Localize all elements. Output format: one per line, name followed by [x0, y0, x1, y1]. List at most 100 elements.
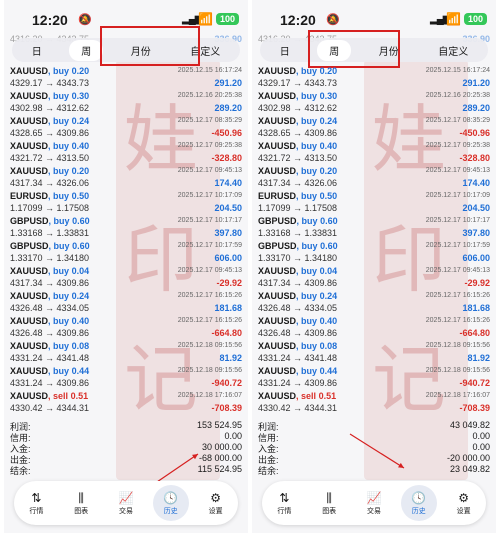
- trade-prices: 4330.42 → 4344.31: [258, 403, 338, 413]
- trade-symbol: GBPUSD: [258, 216, 297, 226]
- trade-row[interactable]: XAUUSD, buy 0.20 4329.17 → 4343.73 2025.12…: [252, 66, 496, 91]
- trade-lot: 0.60: [320, 241, 338, 251]
- trade-timestamp: 2025.12.17 16:15:26: [177, 292, 242, 299]
- summary-value: 153 524.95: [196, 420, 242, 430]
- tab-quotes[interactable]: ⇅ 行情: [18, 485, 54, 521]
- trade-timestamp: 2025.12.17 09:25:38: [177, 142, 242, 149]
- trade-lot: 0.50: [319, 191, 338, 201]
- summary-value: 23 049.82: [449, 464, 490, 474]
- trade-profit: 291.20: [214, 78, 242, 88]
- summary-value: 0.00: [472, 442, 490, 452]
- candlestick-chart-icon: ⫼: [326, 490, 332, 505]
- summary-row: 信用: 0.00: [252, 431, 496, 443]
- trade-prices: 4317.34 → 4309.86: [258, 278, 338, 288]
- trade-row[interactable]: XAUUSD, buy 0.40 4321.72 → 4313.50 2025.12…: [4, 141, 248, 166]
- trade-timestamp: 2025.12.17 10:17:17: [425, 217, 490, 224]
- tab-history[interactable]: 🕓 历史: [152, 485, 189, 521]
- segment-week[interactable]: 周: [69, 39, 104, 61]
- trade-row[interactable]: XAUUSD, buy 0.20 4317.34 → 4326.06 2025.12…: [252, 166, 496, 191]
- tab-chart[interactable]: ⫼ 图表: [311, 485, 347, 521]
- candlestick-chart-icon: ⫼: [78, 490, 84, 505]
- trade-lot: 0.50: [71, 191, 90, 201]
- trade-row[interactable]: XAUUSD, buy 0.20 4317.34 → 4326.06 2025.12…: [4, 166, 248, 191]
- trade-row[interactable]: XAUUSD, buy 0.24 4328.65 → 4309.86 2025.12…: [4, 116, 248, 141]
- trade-row[interactable]: GBPUSD, buy 0.60 1.33170 → 1.34180 2025.12…: [4, 241, 248, 266]
- trade-row[interactable]: GBPUSD, buy 0.60 1.33168 → 1.33831 2025.12…: [4, 216, 248, 241]
- trade-prices: 1.33168 → 1.33831: [10, 228, 90, 238]
- summary-value: -20 000.00: [446, 453, 490, 463]
- summary-row: 出金: -20 000.00: [252, 453, 496, 465]
- segment-day[interactable]: 日: [268, 40, 302, 61]
- trade-lot: 0.20: [71, 166, 90, 176]
- trade-row[interactable]: XAUUSD, buy 0.04 4317.34 → 4309.86 2025.12…: [4, 266, 248, 291]
- trade-row[interactable]: XAUUSD, buy 0.08 4331.24 → 4341.48 2025.12…: [4, 341, 248, 366]
- segment-day[interactable]: 日: [20, 40, 54, 61]
- trade-side: sell: [301, 391, 317, 401]
- trade-row[interactable]: XAUUSD, buy 0.40 4326.48 → 4309.86 2025.12…: [4, 316, 248, 341]
- annotation-red-box: [308, 30, 400, 68]
- trade-row[interactable]: XAUUSD, buy 0.30 4302.98 → 4312.62 2025.12…: [252, 91, 496, 116]
- trade-row[interactable]: XAUUSD, buy 0.44 4331.24 → 4309.86 2025.12…: [252, 366, 496, 391]
- trade-row[interactable]: XAUUSD, buy 0.24 4326.48 → 4334.05 2025.12…: [4, 291, 248, 316]
- trade-lot: 0.20: [71, 66, 90, 76]
- tab-quotes[interactable]: ⇅ 行情: [266, 485, 302, 521]
- trade-prices: 4317.34 → 4326.06: [10, 178, 90, 188]
- summary-value: 30 000.00: [201, 442, 242, 452]
- trade-symbol: XAUUSD: [258, 66, 297, 76]
- trade-side: sell: [53, 391, 69, 401]
- trade-timestamp: 2025.12.17 09:45:13: [177, 167, 242, 174]
- trade-profit: 81.92: [219, 353, 242, 363]
- trade-row[interactable]: XAUUSD, buy 0.24 4326.48 → 4334.05 2025.12…: [252, 291, 496, 316]
- trade-header: XAUUSD, buy 0.20: [10, 66, 90, 76]
- trade-profit: 289.20: [462, 103, 490, 113]
- tab-trade[interactable]: 📈 交易: [108, 485, 144, 521]
- tab-settings[interactable]: ⚙ 设置: [198, 485, 234, 521]
- summary-value: 0.00: [472, 431, 490, 441]
- trade-prices: 4331.24 → 4341.48: [10, 353, 90, 363]
- trade-header: XAUUSD, buy 0.24: [258, 291, 338, 301]
- trade-row[interactable]: XAUUSD, buy 0.40 4326.48 → 4309.86 2025.12…: [252, 316, 496, 341]
- tab-chart[interactable]: ⫼ 图表: [63, 485, 99, 521]
- trade-row[interactable]: XAUUSD, buy 0.24 4328.65 → 4309.86 2025.12…: [252, 116, 496, 141]
- trade-header: GBPUSD, buy 0.60: [10, 241, 90, 251]
- trade-row[interactable]: XAUUSD, sell 0.51 4330.42 → 4344.31 2025.1…: [4, 391, 248, 416]
- trade-row[interactable]: XAUUSD, sell 0.51 4330.42 → 4344.31 2025.1…: [252, 391, 496, 416]
- trade-timestamp: 2025.12.17 16:15:26: [425, 317, 490, 324]
- trade-prices: 1.33168 → 1.33831: [258, 228, 338, 238]
- trade-side: buy: [53, 341, 70, 351]
- trade-row[interactable]: XAUUSD, buy 0.30 4302.98 → 4312.62 2025.12…: [4, 91, 248, 116]
- account-summary: 利润: 43 049.82 信用: 0.00 入金: 0.00 出金: -20 000.00 结…: [252, 420, 496, 476]
- tab-label: 历史: [411, 507, 426, 515]
- trade-symbol: XAUUSD: [258, 316, 297, 326]
- trade-profit: -328.80: [211, 153, 242, 163]
- trade-side: buy: [301, 341, 318, 351]
- trade-row[interactable]: XAUUSD, buy 0.40 4321.72 → 4313.50 2025.12…: [252, 141, 496, 166]
- trade-row[interactable]: XAUUSD, buy 0.44 4331.24 → 4309.86 2025.12…: [4, 366, 248, 391]
- trade-timestamp: 2025.12.17 16:15:26: [425, 292, 490, 299]
- trade-row[interactable]: XAUUSD, buy 0.08 4331.24 → 4341.48 2025.12…: [252, 341, 496, 366]
- trade-row[interactable]: GBPUSD, buy 0.60 1.33170 → 1.34180 2025.12…: [252, 241, 496, 266]
- trade-symbol: XAUUSD: [258, 116, 297, 126]
- trade-symbol: XAUUSD: [10, 316, 49, 326]
- history-clock-icon: 🕓: [163, 490, 179, 505]
- trade-header: GBPUSD, buy 0.60: [258, 216, 338, 226]
- tab-settings[interactable]: ⚙ 设置: [446, 485, 482, 521]
- trade-side: buy: [301, 216, 318, 226]
- summary-label: 结余:: [10, 466, 31, 476]
- trade-row[interactable]: XAUUSD, buy 0.04 4317.34 → 4309.86 2025.12…: [252, 266, 496, 291]
- trade-prices: 1.33170 → 1.34180: [10, 253, 90, 263]
- trade-row[interactable]: XAUUSD, buy 0.20 4329.17 → 4343.73 2025.12…: [4, 66, 248, 91]
- left-screenshot: 娃印记12:20🔕▂▄▆📶1004316.20 → 4343.75336.90日…: [4, 0, 248, 533]
- summary-row: 信用: 0.00: [4, 431, 248, 443]
- trade-symbol: XAUUSD: [10, 91, 49, 101]
- trade-profit: -708.39: [459, 403, 490, 413]
- trade-row[interactable]: GBPUSD, buy 0.60 1.33168 → 1.33831 2025.12…: [252, 216, 496, 241]
- trade-side: buy: [53, 366, 70, 376]
- tab-trade[interactable]: 📈 交易: [356, 485, 392, 521]
- trade-row[interactable]: EURUSD, buy 0.50 1.17099 → 1.17508 2025.12…: [252, 191, 496, 216]
- trade-row[interactable]: EURUSD, buy 0.50 1.17099 → 1.17508 2025.12…: [4, 191, 248, 216]
- trade-side: buy: [301, 116, 318, 126]
- trade-timestamp: 2025.12.17 09:45:13: [177, 267, 242, 274]
- tab-history[interactable]: 🕓 历史: [400, 485, 437, 521]
- segment-custom[interactable]: 自定义: [426, 40, 480, 61]
